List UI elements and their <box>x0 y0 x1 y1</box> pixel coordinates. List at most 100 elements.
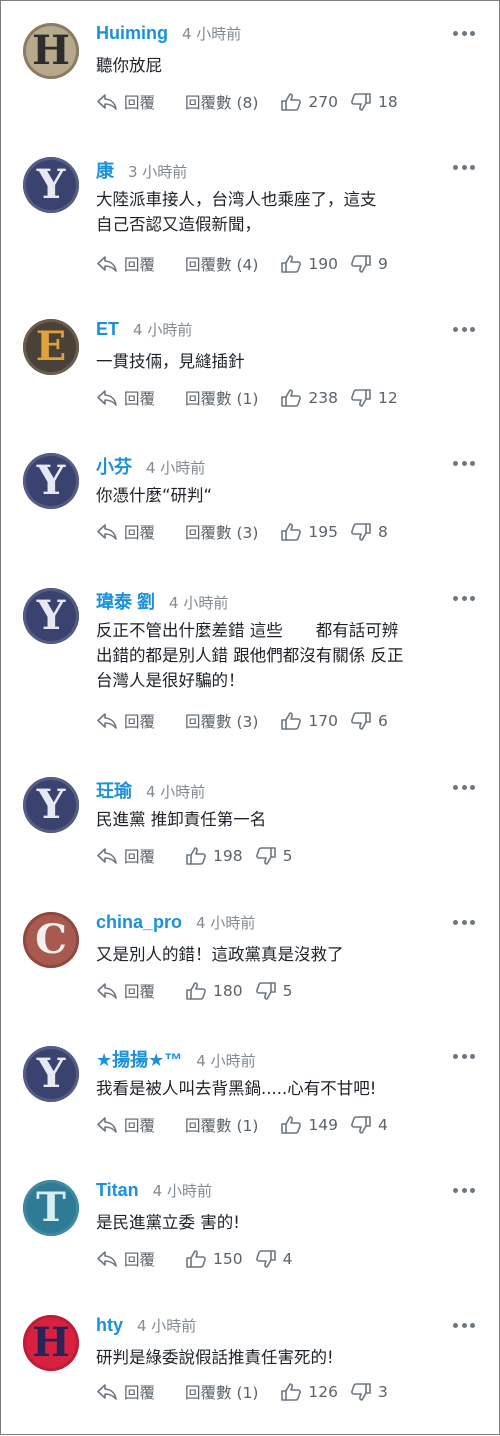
like-button[interactable]: 180 <box>185 981 243 1001</box>
reply-button[interactable]: 回覆 <box>96 710 155 732</box>
reply-icon <box>97 983 117 999</box>
avatar[interactable]: Y <box>23 777 79 833</box>
like-count: 180 <box>213 982 243 1000</box>
comment-item: H Huiming 4 小時前 聽你放屁 回覆 回覆數 (8) 270 18 <box>1 1 500 135</box>
username[interactable]: 康 <box>96 157 114 183</box>
like-button[interactable]: 238 <box>280 388 338 408</box>
comment-item: Y 瑋泰 劉 4 小時前 反正不管出什麼差錯 這些 都有話可辨 出錯的都是別人錯 跟他… <box>1 566 500 755</box>
replies-count-button[interactable]: 回覆數 (3) <box>185 521 258 543</box>
more-options-icon[interactable] <box>453 319 475 339</box>
dislike-button[interactable]: 4 <box>255 1249 292 1269</box>
avatar[interactable]: H <box>23 23 79 79</box>
more-options-icon[interactable] <box>453 912 475 932</box>
like-count: 149 <box>308 1116 338 1134</box>
reply-button[interactable]: 回覆 <box>96 91 155 113</box>
replies-count-button[interactable]: 回覆數 (1) <box>185 1114 258 1136</box>
reply-button[interactable]: 回覆 <box>96 253 155 275</box>
dislike-button[interactable]: 5 <box>255 846 293 866</box>
comment-actions: 回覆 回覆數 (1) 238 12 <box>96 387 414 409</box>
thumbs-down-icon <box>351 93 371 111</box>
like-count: 190 <box>308 255 338 273</box>
dislike-button[interactable]: 6 <box>350 711 388 731</box>
dislike-count: 6 <box>378 712 388 730</box>
username[interactable]: china_pro <box>96 912 182 933</box>
reply-label: 回覆 <box>124 94 156 112</box>
username[interactable]: ★揚揚★™ <box>96 1046 182 1072</box>
dislike-button[interactable]: 18 <box>350 92 398 112</box>
dislike-count: 4 <box>378 1116 388 1134</box>
username[interactable]: ET <box>96 319 119 340</box>
comment-text: 是民進黨立委 害的! <box>96 1213 240 1232</box>
reply-button[interactable]: 回覆 <box>96 1248 155 1270</box>
dislike-count: 5 <box>282 982 293 1000</box>
more-options-icon[interactable] <box>453 1315 475 1335</box>
dislike-count: 18 <box>378 93 398 111</box>
reply-label: 回覆 <box>124 1251 156 1269</box>
comment-header: china_pro 4 小時前 <box>96 912 255 938</box>
like-button[interactable]: 126 <box>280 1382 338 1402</box>
like-button[interactable]: 270 <box>280 92 338 112</box>
like-button[interactable]: 198 <box>185 846 243 866</box>
dislike-count: 3 <box>378 1383 388 1401</box>
replies-count-button[interactable]: 回覆數 (4) <box>185 253 258 275</box>
reply-button[interactable]: 回覆 <box>96 387 155 409</box>
avatar[interactable]: Y <box>23 157 79 213</box>
dislike-count: 5 <box>282 847 293 865</box>
replies-count-button[interactable]: 回覆數 (1) <box>185 1381 258 1403</box>
thumbs-down-icon <box>351 255 371 273</box>
more-options-icon[interactable] <box>453 157 475 177</box>
username[interactable]: 小芬 <box>96 453 132 479</box>
avatar[interactable]: Y <box>23 588 79 644</box>
username[interactable]: Huiming <box>96 23 168 44</box>
like-button[interactable]: 195 <box>280 522 338 542</box>
reply-button[interactable]: 回覆 <box>96 845 155 867</box>
reply-button[interactable]: 回覆 <box>96 1114 155 1136</box>
timestamp: 4 小時前 <box>137 1317 197 1335</box>
username[interactable]: 瑋泰 劉 <box>96 588 155 614</box>
dislike-button[interactable]: 8 <box>350 522 388 542</box>
avatar[interactable]: T <box>23 1180 79 1236</box>
more-options-icon[interactable] <box>453 1180 475 1200</box>
comment-actions: 回覆 150 4 <box>96 1248 308 1270</box>
like-button[interactable]: 150 <box>185 1249 243 1269</box>
like-button[interactable]: 170 <box>280 711 338 731</box>
reply-icon <box>97 1384 117 1400</box>
avatar[interactable]: Y <box>23 1046 79 1102</box>
reply-label: 回覆 <box>124 390 156 408</box>
comment-item: Y 玨瑜 4 小時前 民進黨 推卸責任第一名 回覆 198 5 <box>1 755 500 890</box>
comment-actions: 回覆 180 5 <box>96 980 308 1002</box>
username[interactable]: 玨瑜 <box>96 777 132 803</box>
more-options-icon[interactable] <box>453 588 475 608</box>
replies-count-button[interactable]: 回覆數 (8) <box>185 91 258 113</box>
thumbs-up-icon <box>281 523 302 541</box>
replies-count-button[interactable]: 回覆數 (1) <box>185 387 258 409</box>
like-button[interactable]: 190 <box>280 254 338 274</box>
comment-item: Y康 3 小時前 大陸派車接人，台湾人也乘座了，這支 自己否認又造假新聞， 回覆 回覆數… <box>1 135 500 297</box>
avatar[interactable]: E <box>23 319 79 375</box>
more-options-icon[interactable] <box>453 453 475 473</box>
thumbs-down-icon <box>351 1383 371 1401</box>
dislike-button[interactable]: 12 <box>350 388 398 408</box>
more-options-icon[interactable] <box>453 777 475 797</box>
more-options-icon[interactable] <box>453 1046 475 1066</box>
username[interactable]: Titan <box>96 1180 139 1201</box>
avatar[interactable]: Y <box>23 453 79 509</box>
dislike-count: 8 <box>378 523 388 541</box>
replies-count-button[interactable]: 回覆數 (3) <box>185 710 258 732</box>
dislike-button[interactable]: 3 <box>350 1382 388 1402</box>
thumbs-down-icon <box>255 982 276 1000</box>
dislike-button[interactable]: 5 <box>255 981 293 1001</box>
like-button[interactable]: 149 <box>280 1115 338 1135</box>
reply-button[interactable]: 回覆 <box>96 521 155 543</box>
dislike-button[interactable]: 4 <box>350 1115 388 1135</box>
comment-feed-frame: H Huiming 4 小時前 聽你放屁 回覆 回覆數 (8) 270 18 Y 康 3 小時前 大陸… <box>0 0 500 1435</box>
reply-button[interactable]: 回覆 <box>96 980 155 1002</box>
dislike-button[interactable]: 9 <box>350 254 388 274</box>
like-count: 195 <box>308 523 338 541</box>
username[interactable]: hty <box>96 1315 123 1336</box>
avatar[interactable]: C <box>23 912 79 968</box>
avatar[interactable]: H <box>23 1315 79 1371</box>
more-options-icon[interactable] <box>453 23 475 43</box>
reply-button[interactable]: 回覆 <box>96 1381 155 1403</box>
comment-item: Y 小芬 4 小時前 你憑什麼“研判“ 回覆 回覆數 (3) 195 8 <box>1 431 500 566</box>
